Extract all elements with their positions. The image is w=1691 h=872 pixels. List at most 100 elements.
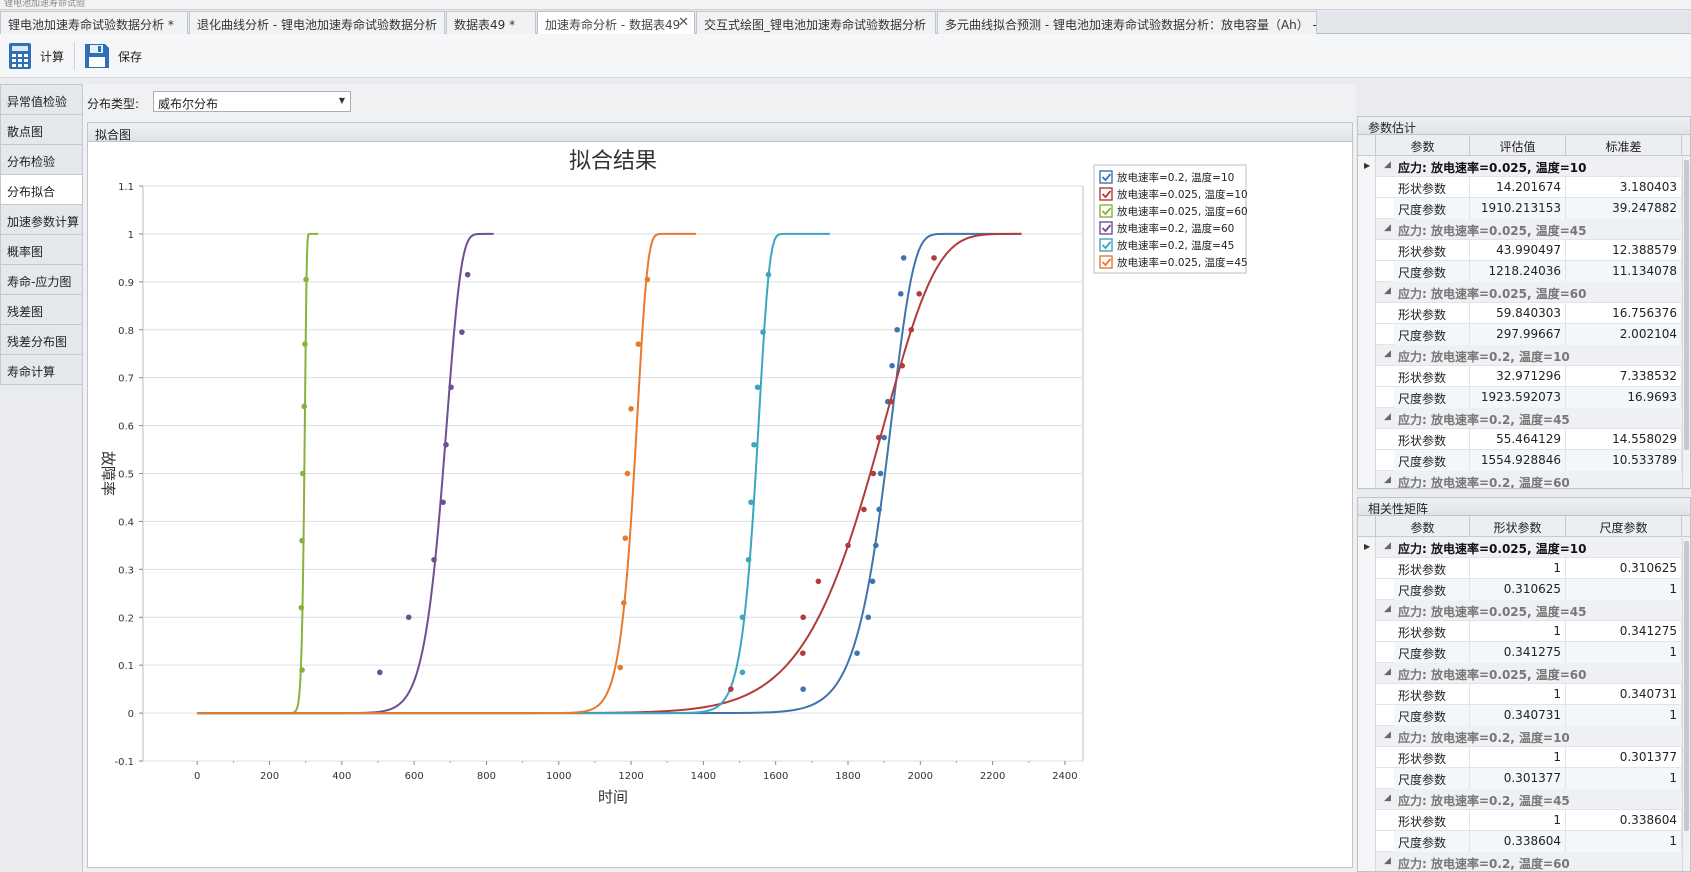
collapse-caret-icon[interactable]: ◢: [1384, 223, 1391, 233]
table-cell[interactable]: 3.180403: [1566, 177, 1682, 198]
table-cell[interactable]: 1: [1470, 810, 1566, 831]
table-cell[interactable]: 尺度参数: [1394, 705, 1470, 726]
table-cell[interactable]: 32.971296: [1470, 366, 1566, 387]
table-cell[interactable]: 1218.24036: [1470, 261, 1566, 282]
column-header[interactable]: 评估值: [1470, 135, 1566, 156]
table-cell[interactable]: 11.134078: [1566, 261, 1682, 282]
tab-data-analysis[interactable]: 锂电池加速寿命试验数据分析 *: [0, 11, 188, 34]
group-row[interactable]: ▶ ◢ 应力: 放电速率=0.025, 温度=10: [1358, 537, 1690, 558]
sidebar-item-distribution-fit[interactable]: 分布拟合: [0, 174, 84, 205]
table-cell[interactable]: 2.002104: [1566, 324, 1682, 345]
collapse-caret-icon[interactable]: ◢: [1384, 475, 1391, 485]
table-cell[interactable]: 尺度参数: [1394, 579, 1470, 600]
table-cell[interactable]: 0.301377: [1566, 747, 1682, 768]
table-cell[interactable]: 形状参数: [1394, 810, 1470, 831]
table-cell[interactable]: 尺度参数: [1394, 387, 1470, 408]
table-cell[interactable]: 0.310625: [1470, 579, 1566, 600]
group-row[interactable]: ▶ ◢ 应力: 放电速率=0.025, 温度=10: [1358, 156, 1690, 177]
collapse-caret-icon[interactable]: ◢: [1384, 667, 1391, 677]
scrollbar-thumb[interactable]: [1684, 160, 1689, 450]
table-row[interactable]: 形状参数 1 0.301377: [1358, 747, 1690, 768]
table-cell[interactable]: 形状参数: [1394, 240, 1470, 261]
correlation-grid-scrollbar[interactable]: [1682, 538, 1690, 871]
table-cell[interactable]: 尺度参数: [1394, 768, 1470, 789]
sidebar-item-probability-plot[interactable]: 概率图: [0, 234, 82, 265]
legend-item[interactable]: 放电速率=0.2, 温度=10: [1099, 170, 1234, 184]
table-row[interactable]: 尺度参数 0.338604 1: [1358, 831, 1690, 852]
table-row[interactable]: 尺度参数 0.340731 1: [1358, 705, 1690, 726]
table-cell[interactable]: 尺度参数: [1394, 831, 1470, 852]
calculate-button[interactable]: 计算: [8, 39, 64, 73]
collapse-caret-icon[interactable]: ◢: [1384, 730, 1391, 740]
table-cell[interactable]: 尺度参数: [1394, 450, 1470, 471]
legend-checkbox[interactable]: [1099, 204, 1113, 218]
table-cell[interactable]: 39.247882: [1566, 198, 1682, 219]
table-row[interactable]: 尺度参数 1554.928846 10.533789: [1358, 450, 1690, 471]
sidebar-item-acceleration-params[interactable]: 加速参数计算: [0, 204, 82, 235]
table-cell[interactable]: 0.341275: [1566, 621, 1682, 642]
sidebar-item-outlier-test[interactable]: 异常值检验: [0, 84, 82, 115]
legend-checkbox[interactable]: [1099, 170, 1113, 184]
group-row[interactable]: ◢ 应力: 放电速率=0.2, 温度=60: [1358, 852, 1690, 871]
table-cell[interactable]: 43.990497: [1470, 240, 1566, 261]
table-cell[interactable]: 7.338532: [1566, 366, 1682, 387]
table-row[interactable]: 形状参数 59.840303 16.756376: [1358, 303, 1690, 324]
table-cell[interactable]: 12.388579: [1566, 240, 1682, 261]
table-cell[interactable]: 1: [1470, 684, 1566, 705]
save-button[interactable]: 保存: [84, 39, 142, 73]
table-cell[interactable]: 形状参数: [1394, 558, 1470, 579]
table-cell[interactable]: 尺度参数: [1394, 642, 1470, 663]
table-cell[interactable]: 0.338604: [1566, 810, 1682, 831]
table-row[interactable]: 尺度参数 0.341275 1: [1358, 642, 1690, 663]
table-cell[interactable]: 1554.928846: [1470, 450, 1566, 471]
table-cell[interactable]: 尺度参数: [1394, 324, 1470, 345]
table-row[interactable]: 形状参数 1 0.341275: [1358, 621, 1690, 642]
table-cell[interactable]: 形状参数: [1394, 684, 1470, 705]
table-row[interactable]: 形状参数 1 0.340731: [1358, 684, 1690, 705]
table-cell[interactable]: 形状参数: [1394, 747, 1470, 768]
table-cell[interactable]: 1: [1470, 621, 1566, 642]
table-cell[interactable]: 1: [1566, 768, 1682, 789]
legend-checkbox[interactable]: [1099, 221, 1113, 235]
table-cell[interactable]: 0.340731: [1470, 705, 1566, 726]
group-row[interactable]: ◢ 应力: 放电速率=0.2, 温度=45: [1358, 408, 1690, 429]
table-cell[interactable]: 0.340731: [1566, 684, 1682, 705]
table-cell[interactable]: 1923.592073: [1470, 387, 1566, 408]
table-cell[interactable]: 1: [1566, 831, 1682, 852]
table-cell[interactable]: 尺度参数: [1394, 261, 1470, 282]
table-cell[interactable]: 297.99667: [1470, 324, 1566, 345]
table-cell[interactable]: 1910.213153: [1470, 198, 1566, 219]
table-cell[interactable]: 1: [1566, 579, 1682, 600]
table-cell[interactable]: 14.558029: [1566, 429, 1682, 450]
tab-interactive-plot[interactable]: 交互式绘图_锂电池加速寿命试验数据分析: [696, 11, 936, 34]
collapse-caret-icon[interactable]: ◢: [1384, 349, 1391, 359]
sidebar-item-life-calc[interactable]: 寿命计算: [0, 354, 82, 385]
table-cell[interactable]: 形状参数: [1394, 621, 1470, 642]
collapse-caret-icon[interactable]: ◢: [1384, 412, 1391, 422]
collapse-caret-icon[interactable]: ◢: [1384, 793, 1391, 803]
collapse-caret-icon[interactable]: ◢: [1384, 160, 1391, 170]
column-header[interactable]: 标准差: [1566, 135, 1682, 156]
sidebar-item-residual-distribution[interactable]: 残差分布图: [0, 324, 82, 355]
group-row[interactable]: ◢ 应力: 放电速率=0.2, 温度=10: [1358, 345, 1690, 366]
tab-accelerated-life[interactable]: 加速寿命分析 - 数据表49 ✕: [537, 11, 695, 35]
table-cell[interactable]: 形状参数: [1394, 303, 1470, 324]
table-cell[interactable]: 1: [1470, 747, 1566, 768]
tab-degradation-curve[interactable]: 退化曲线分析 - 锂电池加速寿命试验数据分析: [189, 11, 445, 34]
table-row[interactable]: 尺度参数 1218.24036 11.134078: [1358, 261, 1690, 282]
table-cell[interactable]: 0.338604: [1470, 831, 1566, 852]
collapse-caret-icon[interactable]: ◢: [1384, 541, 1391, 551]
table-row[interactable]: 形状参数 43.990497 12.388579: [1358, 240, 1690, 261]
table-cell[interactable]: 形状参数: [1394, 366, 1470, 387]
legend-checkbox[interactable]: [1099, 255, 1113, 269]
table-cell[interactable]: 1: [1566, 642, 1682, 663]
sidebar-item-distribution-test[interactable]: 分布检验: [0, 144, 82, 175]
table-cell[interactable]: 0.341275: [1470, 642, 1566, 663]
table-cell[interactable]: 55.464129: [1470, 429, 1566, 450]
group-row[interactable]: ◢ 应力: 放电速率=0.025, 温度=45: [1358, 219, 1690, 240]
table-row[interactable]: 尺度参数 297.99667 2.002104: [1358, 324, 1690, 345]
sidebar-item-life-stress[interactable]: 寿命-应力图: [0, 264, 82, 295]
legend-item[interactable]: 放电速率=0.025, 温度=60: [1099, 204, 1248, 218]
distribution-type-select[interactable]: 威布尔分布 ▼: [153, 91, 351, 112]
column-header[interactable]: 尺度参数: [1566, 516, 1682, 537]
